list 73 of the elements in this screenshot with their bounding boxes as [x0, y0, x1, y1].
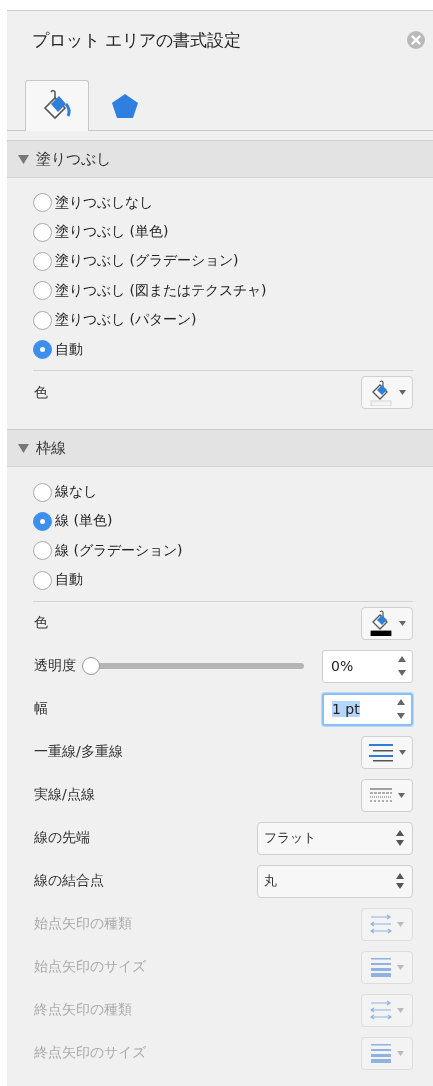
option-label: 線 (グラデーション) — [55, 541, 183, 560]
field-label: 始点矢印の種類 — [33, 915, 132, 934]
field-label: 終点矢印の種類 — [33, 1001, 132, 1020]
field-label: 色 — [33, 383, 48, 402]
option-label: 自動 — [55, 571, 83, 590]
paint-bucket-icon — [368, 379, 394, 406]
caret-icon — [397, 964, 404, 970]
dashed-lines-icon — [369, 787, 393, 804]
radio-button[interactable] — [33, 251, 52, 271]
dash-type-button[interactable] — [361, 778, 413, 812]
lines-icon — [370, 1043, 392, 1064]
option-label: 自動 — [55, 340, 83, 359]
radio-button[interactable] — [33, 310, 52, 330]
compound-type-button[interactable] — [361, 735, 413, 769]
stepper-icon[interactable] — [398, 655, 406, 678]
lines-icon — [370, 957, 392, 978]
pentagon-icon — [110, 91, 140, 121]
field-label: 線の結合点 — [33, 872, 104, 891]
radio-button[interactable] — [33, 570, 52, 590]
transparency-field[interactable]: 0% — [331, 658, 354, 675]
dropdown[interactable]: 丸 — [257, 864, 413, 898]
section-title: 枠線 — [36, 438, 66, 458]
option-label: 塗りつぶし (グラデーション) — [55, 252, 239, 271]
color-picker-button[interactable] — [361, 376, 413, 410]
arrows-icon — [370, 1000, 392, 1021]
section-header[interactable]: 枠線 — [7, 429, 433, 468]
field-label: 透明度 — [33, 657, 76, 676]
caret-icon — [397, 1050, 404, 1056]
lines-icon — [368, 742, 394, 763]
radio-button[interactable] — [33, 340, 52, 360]
dropdown[interactable]: フラット — [257, 821, 413, 855]
field-label: 実線/点線 — [33, 786, 95, 805]
field-label: 一重線/多重線 — [33, 743, 123, 762]
radio-button[interactable] — [33, 482, 52, 502]
arrow-size-button[interactable] — [361, 950, 413, 984]
arrow-size-button[interactable] — [361, 1036, 413, 1070]
field-label: 色 — [33, 614, 48, 633]
caret-icon — [399, 749, 406, 755]
field-label: 幅 — [33, 700, 48, 719]
option-label: 線 (単色) — [55, 512, 113, 531]
radio-button[interactable] — [33, 193, 52, 213]
option-label: 塗りつぶし (図またはテクスチャ) — [55, 281, 267, 300]
option-label: 塗りつぶし (パターン) — [55, 311, 197, 330]
caret-icon — [397, 921, 404, 927]
stepper-icon[interactable] — [397, 698, 405, 721]
transparency-slider[interactable] — [84, 657, 304, 676]
paint-bucket-icon — [368, 610, 394, 637]
caret-icon — [399, 620, 406, 626]
field-label: 始点矢印のサイズ — [33, 958, 146, 977]
close-icon[interactable] — [407, 31, 425, 49]
arrow-type-button[interactable] — [361, 993, 413, 1027]
section-header[interactable]: 塗りつぶし — [7, 140, 433, 178]
option-label: 線なし — [55, 483, 97, 502]
arrows-icon — [370, 914, 392, 935]
caret-icon — [397, 1007, 404, 1013]
option-label: 塗りつぶしなし — [55, 193, 153, 212]
updown-icon — [396, 829, 404, 848]
radio-button[interactable] — [33, 281, 52, 301]
width-field[interactable]: 1 pt — [332, 701, 360, 718]
fill-line-tab[interactable] — [25, 80, 89, 131]
caret-icon — [398, 792, 405, 798]
field-label: 線の先端 — [33, 829, 90, 848]
radio-button[interactable] — [33, 222, 52, 242]
field-label: 終点矢印のサイズ — [33, 1044, 146, 1063]
option-label: 塗りつぶし (単色) — [55, 223, 169, 242]
arrow-type-button[interactable] — [361, 907, 413, 941]
updown-icon — [396, 872, 404, 891]
caret-icon — [399, 390, 406, 396]
radio-button[interactable] — [33, 541, 52, 561]
radio-button[interactable] — [33, 511, 52, 531]
panel-title: プロット エリアの書式設定 — [32, 28, 242, 52]
color-picker-button[interactable] — [361, 606, 413, 640]
section-title: 塗りつぶし — [36, 149, 111, 169]
